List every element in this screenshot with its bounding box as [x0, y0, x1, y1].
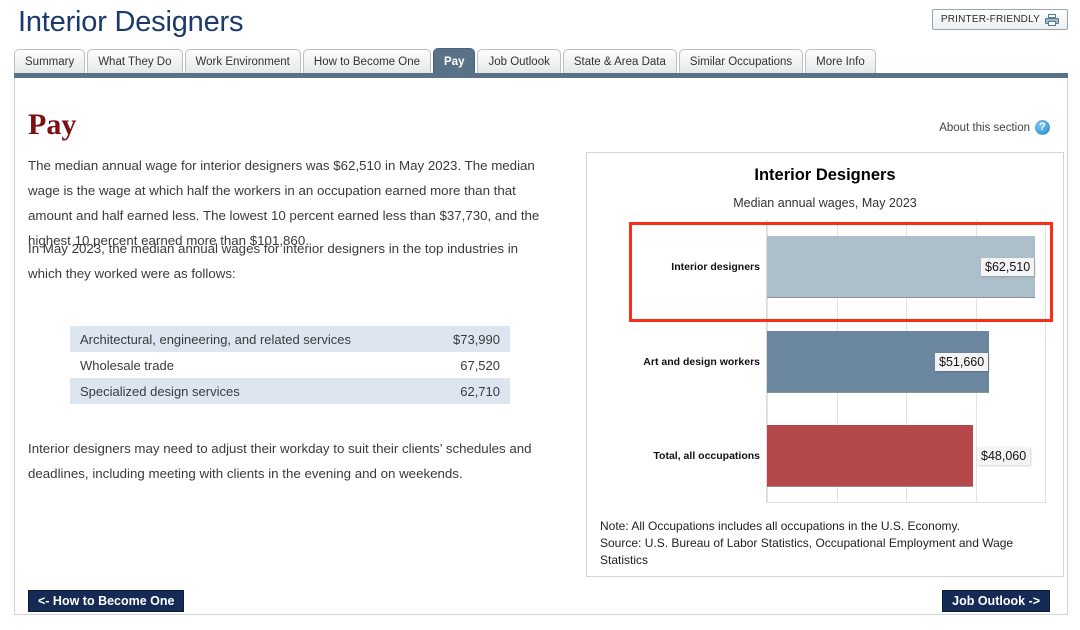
industry-name: Specialized design services [70, 378, 428, 404]
chart-subtitle: Median annual wages, May 2023 [733, 196, 917, 210]
section-tabs: Summary What They Do Work Environment Ho… [14, 48, 1068, 74]
table-row: Specialized design services 62,710 [70, 378, 510, 404]
about-this-section-label: About this section [939, 121, 1030, 134]
tab-label: State & Area Data [573, 56, 666, 68]
industry-wage: $73,990 [427, 326, 510, 352]
chart-bar-row: Total, all occupations $48,060 [653, 425, 1045, 487]
chart-value-label: $62,510 [981, 258, 1035, 276]
next-section-button[interactable]: Job Outlook -> [942, 590, 1050, 612]
page-root: Interior Designers PRINTER-FRIENDLY Summ… [0, 0, 1080, 630]
chart-category-label: Art and design workers [643, 356, 760, 368]
table-row: Wholesale trade 67,520 [70, 352, 510, 378]
tab-label: Summary [25, 56, 75, 68]
section-heading: Pay [28, 108, 77, 141]
industry-name: Architectural, engineering, and related … [70, 326, 428, 352]
tab-similar-occupations[interactable]: Similar Occupations [678, 49, 804, 74]
tab-what-they-do[interactable]: What They Do [87, 49, 183, 74]
tab-job-outlook[interactable]: Job Outlook [477, 49, 561, 74]
tab-summary[interactable]: Summary [14, 49, 86, 74]
table-row: Architectural, engineering, and related … [70, 326, 510, 352]
tab-more-info[interactable]: More Info [805, 49, 876, 74]
industry-name: Wholesale trade [70, 352, 428, 378]
chart-gridline [1045, 220, 1046, 503]
tab-how-to-become-one[interactable]: How to Become One [302, 49, 431, 74]
chart-plot-wrap: Interior designers $62,510 Art and design … [587, 220, 1063, 505]
previous-section-button[interactable]: <- How to Become One [28, 590, 185, 612]
tab-label: Work Environment [195, 56, 290, 68]
tab-pay[interactable]: Pay [433, 48, 476, 74]
printer-icon [1045, 13, 1059, 26]
tab-label: Pay [444, 55, 465, 68]
chart-source-line: Source: U.S. Bureau of Labor Statistics,… [600, 536, 1014, 567]
question-mark-icon[interactable]: ? [1035, 120, 1050, 135]
pay-paragraph-3: Interior designers may need to adjust th… [28, 441, 532, 481]
wage-chart-panel: Interior Designers Median annual wages, … [586, 152, 1064, 577]
printer-friendly-button[interactable]: PRINTER-FRIENDLY [931, 9, 1068, 30]
printer-friendly-label: PRINTER-FRIENDLY [940, 14, 1040, 25]
chart-bar-row: Interior designers $62,510 [671, 236, 1045, 298]
tab-label: More Info [816, 56, 865, 68]
chart-plot-area: Interior designers $62,510 Art and design … [643, 220, 1046, 503]
chart-note-line: Note: All Occupations includes all occup… [600, 519, 960, 533]
chart-bar [767, 425, 973, 487]
chart-note: Note: All Occupations includes all occup… [600, 518, 1050, 569]
chart-category-label: Total, all occupations [653, 450, 760, 462]
tab-label: How to Become One [313, 56, 420, 68]
chart-category-label: Interior designers [671, 261, 760, 273]
industry-wage: 62,710 [427, 378, 510, 404]
chart-bar-row: Art and design workers $51,660 [643, 331, 1045, 393]
industry-wage-table: Architectural, engineering, and related … [70, 326, 510, 404]
tab-label: Job Outlook [488, 56, 550, 68]
tab-label: What They Do [98, 56, 172, 68]
tab-label: Similar Occupations [689, 56, 793, 68]
chart-title: Interior Designers [754, 166, 896, 184]
tab-state-area-data[interactable]: State & Area Data [562, 49, 677, 74]
page-title: Interior Designers [18, 6, 244, 38]
about-this-section-link[interactable]: About this section ? [939, 120, 1050, 135]
pay-paragraph-2: In May 2023, the median annual wages for… [28, 241, 519, 281]
industry-wage: 67,520 [427, 352, 510, 378]
tab-work-environment[interactable]: Work Environment [184, 49, 301, 74]
chart-value-label: $51,660 [935, 353, 989, 371]
chart-value-label: $48,060 [977, 447, 1031, 465]
